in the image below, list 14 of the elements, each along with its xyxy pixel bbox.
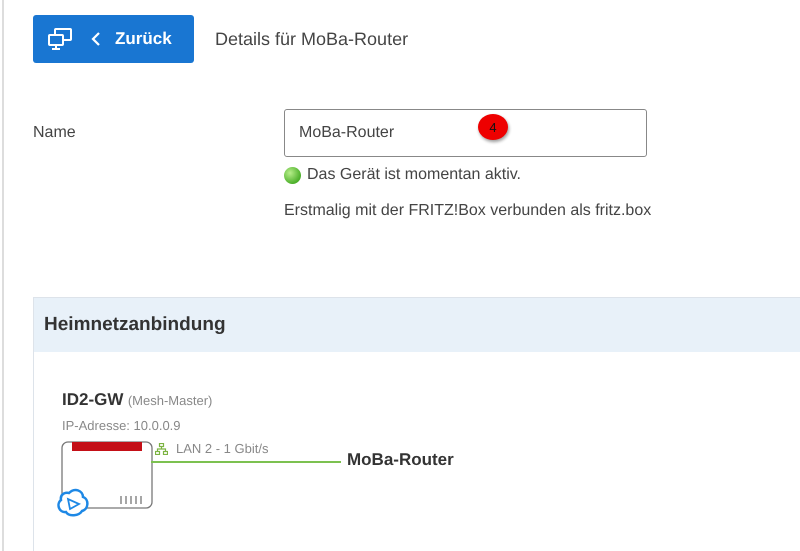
device-name: MoBa-Router — [347, 450, 454, 470]
page-title: Details für MoBa-Router — [215, 28, 408, 50]
status-text: Das Gerät ist momentan aktiv. — [307, 166, 521, 184]
master-name: ID2-GW — [62, 390, 124, 409]
master-role: (Mesh-Master) — [128, 393, 212, 408]
chevron-left-icon — [91, 32, 101, 46]
first-connected-text: Erstmalig mit der FRITZ!Box verbunden als fritz.box — [284, 202, 652, 220]
monitors-icon — [47, 27, 73, 51]
network-icon — [155, 442, 168, 454]
section-title: Heimnetzanbindung — [44, 314, 226, 336]
name-label: Name — [33, 123, 77, 143]
ip-address: IP-Adresse: 10.0.0.9 — [62, 418, 182, 433]
back-button[interactable]: Zurück — [33, 15, 194, 63]
link-label: LAN 2 - 1 Gbit/s — [176, 441, 268, 456]
